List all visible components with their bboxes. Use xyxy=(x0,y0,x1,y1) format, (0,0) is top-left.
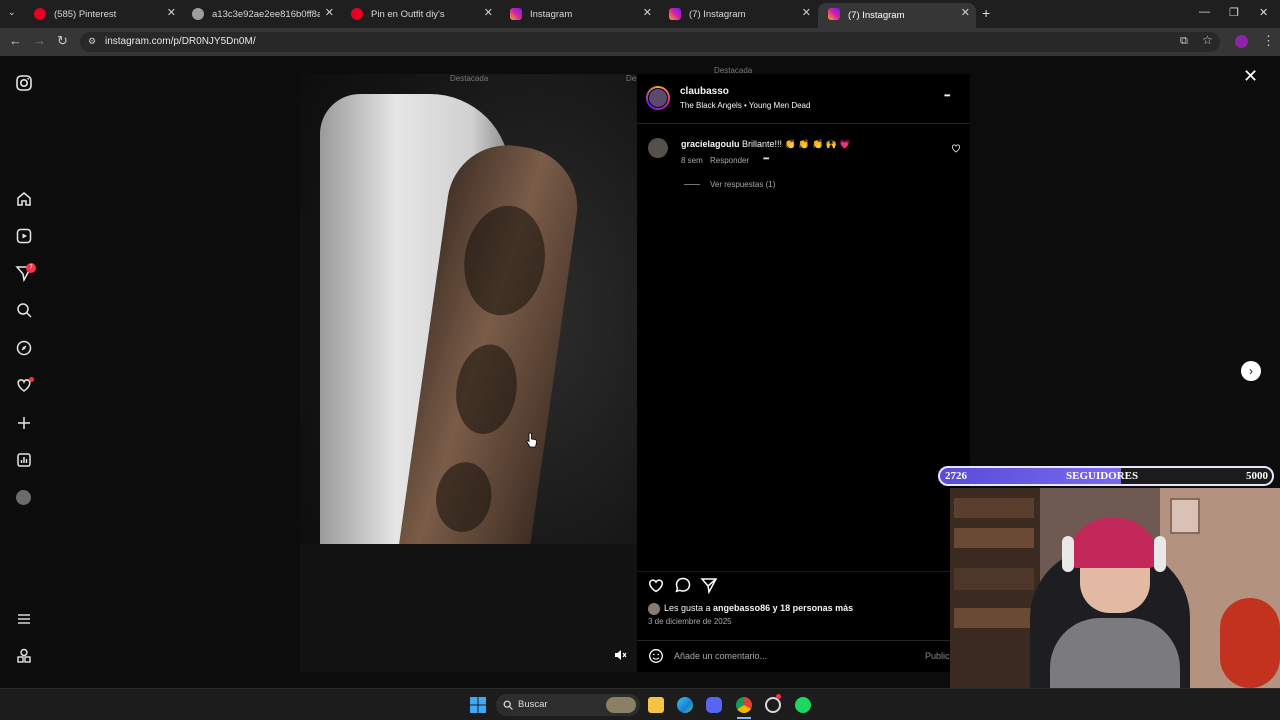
create-plus-icon[interactable] xyxy=(15,414,33,432)
tab-close-icon[interactable]: ✕ xyxy=(167,6,176,19)
dashboard-chart-icon[interactable] xyxy=(15,451,33,469)
reply-link[interactable]: Responder xyxy=(710,156,749,165)
explore-compass-icon[interactable] xyxy=(15,339,33,357)
bookmark-star-icon[interactable]: ☆ xyxy=(1202,33,1213,47)
post-photo[interactable]: Destacada Destacada xyxy=(300,74,637,672)
spotify-icon[interactable] xyxy=(795,697,811,713)
minimize-icon[interactable]: — xyxy=(1199,6,1210,18)
chrome-icon[interactable] xyxy=(736,697,752,713)
forward-arrow-icon[interactable]: → xyxy=(33,33,46,48)
instagram-icon xyxy=(828,8,840,20)
post-details-panel: claubasso The Black Angels • Young Men D… xyxy=(637,74,970,672)
browser-menu-icon[interactable]: ⋮ xyxy=(1262,33,1275,49)
post-music[interactable]: The Black Angels • Young Men Dead xyxy=(680,101,810,110)
next-post-chevron-icon[interactable]: › xyxy=(1241,361,1261,381)
liker-avatar[interactable] xyxy=(648,603,660,615)
tab-close-icon[interactable]: ✕ xyxy=(643,6,652,19)
hamburger-menu-icon[interactable] xyxy=(15,610,33,628)
instagram-icon xyxy=(510,8,522,20)
taskbar-search[interactable]: Buscar xyxy=(496,694,640,716)
photo-pants xyxy=(300,544,637,672)
install-app-icon[interactable]: ⧉ xyxy=(1180,35,1188,48)
tab-close-icon[interactable]: ✕ xyxy=(484,6,493,19)
comment-input[interactable]: Añade un comentario... xyxy=(674,651,767,661)
webcam-overlay xyxy=(950,488,1280,688)
comment-time[interactable]: 8 sem xyxy=(681,156,703,165)
reels-icon[interactable] xyxy=(15,227,33,245)
taskbar-search-label: Buscar xyxy=(518,699,548,710)
like-heart-icon[interactable] xyxy=(647,576,665,594)
reload-icon[interactable]: ↻ xyxy=(57,33,68,49)
search-icon xyxy=(503,700,513,710)
hand-cursor-icon xyxy=(526,432,538,448)
site-info-icon[interactable]: ⚙ xyxy=(88,36,96,47)
follower-goal-bar: 2726 SEGUIDORES 5000 xyxy=(938,466,1274,486)
home-icon[interactable] xyxy=(15,190,33,208)
notification-dot xyxy=(29,377,34,382)
comment-composer: Añade un comentario... Publicar xyxy=(637,640,970,672)
follower-current: 2726 xyxy=(945,470,967,482)
post-actions: Les gusta a angebasso86 y 18 personas má… xyxy=(637,571,970,631)
tab-instagram-2[interactable]: (7) Instagram ✕ xyxy=(659,3,817,25)
close-modal-icon[interactable]: ✕ xyxy=(1243,67,1261,85)
obs-icon[interactable] xyxy=(765,697,781,713)
pinterest-icon xyxy=(34,8,46,20)
comment-options-icon[interactable]: ••• xyxy=(763,154,769,163)
instagram-icon xyxy=(669,8,681,20)
comment-like-heart-icon[interactable] xyxy=(951,143,961,153)
windows-taskbar: Buscar xyxy=(0,688,1280,720)
tab-close-icon[interactable]: ✕ xyxy=(802,6,811,19)
discord-icon[interactable] xyxy=(706,697,722,713)
tab-pinterest[interactable]: (585) Pinterest ✕ xyxy=(24,3,182,25)
instagram-sidebar: 7 xyxy=(0,56,48,688)
address-bar: ← → ↻ ⚙ instagram.com/p/DR0NJY5Dn0M/ ⧉ ☆… xyxy=(0,28,1280,56)
tab-close-icon[interactable]: ✕ xyxy=(325,6,334,19)
replies-line xyxy=(684,184,700,185)
meta-apps-icon[interactable] xyxy=(15,647,33,665)
obs-live-dot xyxy=(776,694,781,699)
tab-instagram[interactable]: Instagram ✕ xyxy=(500,3,658,25)
post-date[interactable]: 3 de diciembre de 2025 xyxy=(648,617,732,626)
omnibox[interactable]: ⚙ instagram.com/p/DR0NJY5Dn0M/ xyxy=(80,32,1220,52)
edge-browser-icon[interactable] xyxy=(677,697,693,713)
browser-tab-bar: ⌄ (585) Pinterest ✕ a13c3e92ae2ee816b0ff… xyxy=(0,0,1280,28)
restore-icon[interactable]: ❐ xyxy=(1229,6,1239,19)
author-username[interactable]: claubasso xyxy=(680,86,729,97)
comment-bubble-icon[interactable] xyxy=(674,576,692,594)
tab-instagram-active[interactable]: (7) Instagram ✕ xyxy=(818,3,976,28)
commenter-avatar[interactable] xyxy=(648,138,668,158)
new-tab-icon[interactable]: + xyxy=(982,5,990,21)
view-replies-link[interactable]: Ver respuestas (1) xyxy=(710,180,775,189)
profile-avatar[interactable] xyxy=(1235,35,1248,48)
comment-body: gracielagoulu Brillante!!! 👏 👏 👏 🙌 💗 xyxy=(681,139,851,150)
back-arrow-icon[interactable]: ← xyxy=(9,33,22,48)
instagram-logo-icon[interactable] xyxy=(15,74,33,92)
post-options-icon[interactable]: ••• xyxy=(944,91,950,100)
windows-start-icon[interactable] xyxy=(470,697,486,713)
post-header: claubasso The Black Angels • Young Men D… xyxy=(637,74,970,124)
tab-close-icon[interactable]: ✕ xyxy=(961,6,970,19)
url-text[interactable]: instagram.com/p/DR0NJY5Dn0M/ xyxy=(105,36,256,47)
tab-image[interactable]: a13c3e92ae2ee816b0ff8a335fe ✕ xyxy=(182,3,340,25)
file-explorer-icon[interactable] xyxy=(648,697,664,713)
notification-badge: 7 xyxy=(26,263,36,273)
emoji-smiley-icon[interactable] xyxy=(648,648,664,664)
follower-goal: 5000 xyxy=(1246,470,1268,482)
globe-icon xyxy=(192,8,204,20)
comment-username[interactable]: gracielagoulu xyxy=(681,139,740,149)
search-icon[interactable] xyxy=(15,301,33,319)
profile-avatar-icon[interactable] xyxy=(16,490,31,505)
chrome-active-indicator xyxy=(737,717,751,719)
comment-text: Brillante!!! 👏 👏 👏 🙌 💗 xyxy=(742,139,851,149)
window-close-icon[interactable]: ✕ xyxy=(1259,6,1268,19)
likes-summary[interactable]: Les gusta a angebasso86 y 18 personas má… xyxy=(664,603,853,613)
pinterest-icon xyxy=(351,8,363,20)
share-send-icon[interactable] xyxy=(700,576,718,594)
follower-label: SEGUIDORES xyxy=(1066,470,1139,482)
tab-search-icon[interactable]: ⌄ xyxy=(8,7,16,18)
mute-audio-icon[interactable] xyxy=(613,648,627,662)
author-avatar[interactable] xyxy=(646,86,670,110)
search-highlight-image xyxy=(606,697,636,713)
tab-pin-outfit[interactable]: Pin en Outfit diy's ✕ xyxy=(341,3,499,25)
